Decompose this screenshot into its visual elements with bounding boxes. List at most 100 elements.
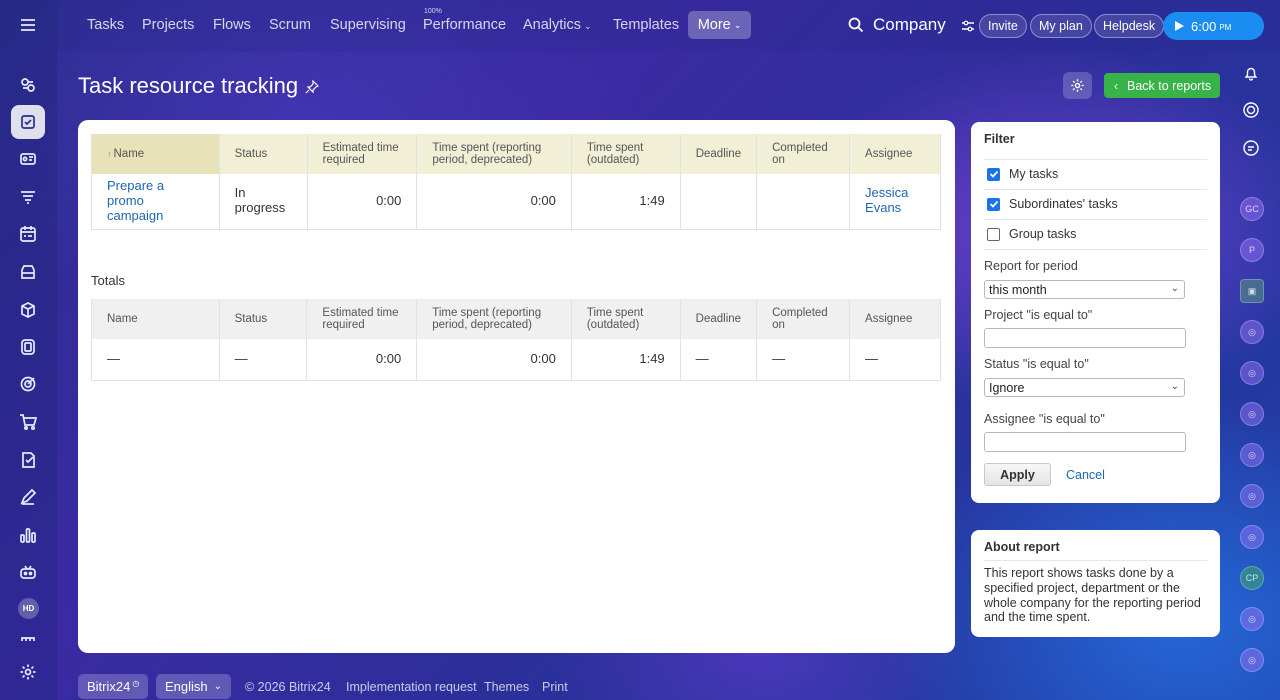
search-icon[interactable] — [848, 17, 864, 33]
nav-analytics[interactable]: Analytics ⌄ — [523, 17, 592, 33]
checkbox-checked[interactable] — [987, 167, 1000, 181]
status-select[interactable]: Ignore ⌄ — [984, 378, 1185, 397]
feed-icon[interactable] — [11, 68, 45, 102]
bell-icon[interactable] — [1240, 62, 1262, 84]
status-label: Status "is equal to" — [984, 357, 1089, 371]
themes-link[interactable]: Themes — [484, 680, 529, 694]
openline-icon[interactable]: ◎ — [1240, 320, 1264, 344]
openline-icon[interactable]: ◎ — [1240, 607, 1264, 631]
crm-icon[interactable] — [11, 142, 45, 176]
col-header-name[interactable]: ↑ Name — [91, 134, 220, 174]
time-value: 6:00 — [1191, 18, 1217, 34]
apply-button[interactable]: Apply — [984, 463, 1051, 486]
assignee-link[interactable]: Jessica Evans — [865, 185, 908, 215]
nav-performance[interactable]: Performance — [423, 17, 506, 33]
col-header-spent-deprecated[interactable]: Time spent (reporting period, deprecated… — [416, 134, 572, 174]
right-rail: GC P ▣ ◎ ◎ ◎ ◎ ◎ ◎ CP ◎ ◎ — [1233, 52, 1280, 700]
cell-assignee[interactable]: Jessica Evans — [849, 174, 941, 230]
filter-my-tasks[interactable]: My tasks — [987, 167, 1058, 181]
openline-icon[interactable]: ◎ — [1240, 525, 1264, 549]
cell-spent-deprecated: 0:00 — [416, 174, 572, 230]
bitrix24-brand-button[interactable]: Bitrix24 ◷ — [78, 674, 149, 699]
my-plan-button[interactable]: My plan — [1030, 14, 1092, 38]
bot-icon[interactable] — [11, 555, 45, 589]
back-to-reports-button[interactable]: ‹ Back to reports — [1104, 73, 1220, 98]
sliders-icon[interactable] — [961, 19, 975, 33]
col-header-completed[interactable]: Completed on — [756, 134, 851, 174]
checkbox-unchecked[interactable] — [987, 227, 1000, 241]
invite-button[interactable]: Invite — [979, 14, 1027, 38]
nav-scrum[interactable]: Scrum — [269, 17, 311, 33]
col-header-assignee[interactable]: Assignee — [849, 134, 941, 174]
checkbox-checked[interactable] — [987, 197, 1000, 211]
avatar[interactable]: HD — [18, 598, 39, 619]
box-icon[interactable] — [11, 293, 45, 327]
filter-subordinates-label: Subordinates' tasks — [1009, 197, 1118, 211]
back-to-reports-label: Back to reports — [1127, 78, 1212, 93]
company-title[interactable]: Company — [873, 15, 946, 35]
filter-list-icon[interactable] — [11, 180, 45, 214]
menu-icon[interactable] — [11, 8, 45, 42]
contact-card-icon[interactable]: ▣ — [1240, 279, 1264, 303]
totals-cell-status: — — [219, 339, 308, 381]
filter-group-tasks[interactable]: Group tasks — [987, 227, 1076, 241]
cancel-link[interactable]: Cancel — [1066, 468, 1105, 482]
report-settings-button[interactable] — [1063, 72, 1092, 99]
drive-icon[interactable] — [11, 330, 45, 364]
nav-more-button[interactable]: More ⌄ — [688, 11, 751, 39]
openline-icon[interactable]: ◎ — [1240, 443, 1264, 467]
openline-icon[interactable]: ◎ — [1240, 361, 1264, 385]
openline-icon[interactable]: ◎ — [1240, 484, 1264, 508]
table-row: Prepare a promo campaign In progress 0:0… — [91, 174, 941, 230]
pin-icon[interactable] — [305, 80, 319, 94]
implementation-request-link[interactable]: Implementation request — [346, 680, 477, 694]
totals-cell-assignee: — — [849, 339, 941, 381]
nav-projects[interactable]: Projects — [142, 17, 194, 33]
about-text: This report shows tasks done by a specif… — [984, 566, 1201, 625]
task-link[interactable]: Prepare a promo campaign — [107, 178, 164, 223]
filter-subordinates-tasks[interactable]: Subordinates' tasks — [987, 197, 1118, 211]
col-header-spent-outdated[interactable]: Time spent (outdated) — [571, 134, 681, 174]
contact-avatar[interactable]: CP — [1240, 566, 1264, 590]
col-header-status[interactable]: Status — [219, 134, 308, 174]
cell-name[interactable]: Prepare a promo campaign — [91, 174, 220, 230]
nav-templates[interactable]: Templates — [613, 17, 679, 33]
brand-label: Bitrix24 — [87, 679, 131, 694]
contact-avatar[interactable]: P — [1240, 238, 1264, 262]
settings-icon[interactable] — [11, 655, 45, 689]
project-input[interactable] — [984, 328, 1186, 348]
copilot-icon[interactable] — [1240, 99, 1262, 121]
openline-icon[interactable]: ◎ — [1240, 648, 1264, 672]
calendar-icon[interactable] — [11, 217, 45, 251]
print-link[interactable]: Print — [542, 680, 568, 694]
nav-more-label: More — [697, 17, 731, 33]
chevron-left-icon: ‹ — [1114, 78, 1118, 93]
nav-tasks[interactable]: Tasks — [87, 17, 124, 33]
col-header-estimated[interactable]: Estimated time required — [307, 134, 418, 174]
analytics-icon[interactable] — [11, 518, 45, 552]
more-apps-icon[interactable] — [11, 628, 45, 648]
nav-supervising[interactable]: Supervising — [330, 17, 406, 33]
store-icon[interactable] — [11, 255, 45, 289]
chat-icon[interactable] — [1240, 137, 1262, 159]
totals-cell-spent-outdated: 1:49 — [571, 339, 681, 381]
document-sign-icon[interactable] — [11, 443, 45, 477]
helpdesk-button[interactable]: Helpdesk — [1094, 14, 1165, 38]
filter-title: Filter — [984, 132, 1015, 146]
period-select[interactable]: this month ⌄ — [984, 280, 1185, 299]
language-select[interactable]: English ⌄ — [156, 674, 232, 699]
check-icon — [989, 170, 998, 178]
nav-flows[interactable]: Flows — [213, 17, 251, 33]
cart-icon[interactable] — [11, 405, 45, 439]
chevron-down-icon: ⌄ — [733, 19, 742, 30]
pen-icon[interactable] — [11, 480, 45, 514]
play-icon — [1175, 21, 1184, 31]
time-tracker-button[interactable]: 6:00 PM — [1163, 12, 1264, 40]
target-icon[interactable] — [11, 367, 45, 401]
totals-header-spent-deprecated: Time spent (reporting period, deprecated… — [416, 299, 572, 339]
openline-icon[interactable]: ◎ — [1240, 402, 1264, 426]
col-header-deadline[interactable]: Deadline — [680, 134, 758, 174]
contact-avatar[interactable]: GC — [1240, 197, 1264, 221]
assignee-input[interactable] — [984, 432, 1186, 452]
tasks-icon[interactable] — [11, 105, 45, 139]
